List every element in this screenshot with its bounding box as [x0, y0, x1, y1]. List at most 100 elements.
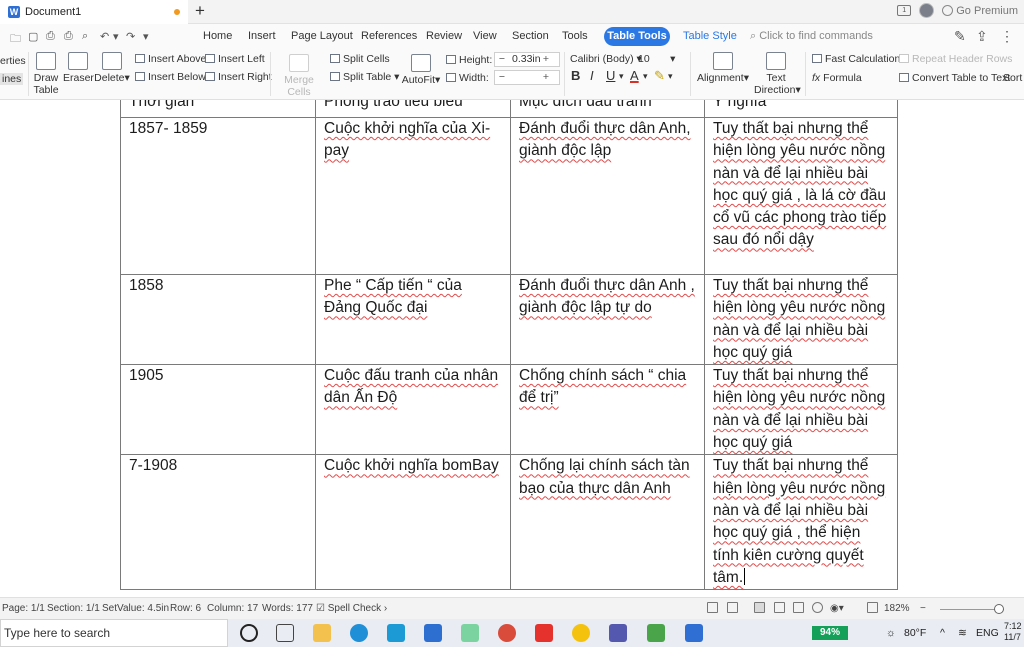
width-spinner[interactable]: − +	[494, 70, 560, 85]
menu-references[interactable]: References	[361, 30, 417, 42]
quick-access-more-icon[interactable]: ▾	[143, 30, 149, 43]
table-header-cell[interactable]: Thời gian	[120, 100, 316, 118]
document-tab[interactable]: W Document1	[0, 0, 188, 24]
temperature[interactable]: 80°F	[904, 627, 926, 639]
table-cell[interactable]: 7-1908	[120, 454, 316, 591]
width-decrease-button[interactable]: −	[495, 71, 509, 84]
zoom-slider-thumb[interactable]	[994, 604, 1004, 614]
lingoes-icon[interactable]	[387, 624, 405, 642]
zoom-level[interactable]: 182%	[884, 603, 910, 614]
height-value[interactable]: 0.33in	[509, 53, 541, 66]
cortana-icon[interactable]	[240, 624, 258, 642]
italic-icon[interactable]: I	[590, 68, 594, 83]
highlight-dropdown-icon[interactable]: ▾	[668, 71, 673, 82]
input-language[interactable]: ENG	[976, 627, 999, 639]
font-color-icon[interactable]: A	[630, 68, 639, 83]
insert-below-button[interactable]: Insert Below	[135, 71, 206, 83]
autofit-button[interactable]: AutoFit▾	[401, 54, 441, 86]
wifi-icon[interactable]: ≋	[958, 627, 967, 639]
table-cell[interactable]: 1857- 1859	[120, 117, 316, 275]
save-icon[interactable]: ▢	[28, 30, 38, 43]
sort-button[interactable]: Sort	[1003, 72, 1022, 84]
table-cell[interactable]: Tuy thất bại nhưng thể hiện lòng yêu nướ…	[704, 117, 898, 275]
teams-icon[interactable]	[609, 624, 627, 642]
draw-table-button[interactable]: Draw Table	[31, 52, 61, 96]
table-header-cell[interactable]: Mục đích đấu tranh	[510, 100, 705, 118]
wps-writer-icon[interactable]	[685, 624, 703, 642]
table-cell[interactable]: Đánh đuổi thực dân Anh , giành độc lập t…	[510, 273, 705, 366]
window-layout-icon[interactable]: 1	[897, 5, 912, 16]
table-header-cell[interactable]: Phong trào tiêu biểu	[315, 100, 511, 118]
print-icon[interactable]: ⎙	[64, 30, 73, 43]
battery-indicator[interactable]: 94%	[812, 626, 848, 640]
app-icon[interactable]	[498, 624, 516, 642]
insert-left-button[interactable]: Insert Left	[205, 53, 265, 65]
share-icon[interactable]: ✎	[954, 28, 966, 45]
split-cells-button[interactable]: Split Cells	[330, 53, 390, 65]
spell-check-button[interactable]: ☑ Spell Check ›	[316, 603, 387, 614]
wps-office-icon[interactable]	[535, 624, 553, 642]
document-canvas[interactable]: Thời gian Phong trào tiêu biểu Mục đích …	[0, 100, 1024, 597]
highlight-icon[interactable]: ✎	[654, 68, 665, 84]
menu-home[interactable]: Home	[203, 30, 232, 42]
merge-cells-button[interactable]: Merge Cells	[274, 54, 324, 98]
eraser-button[interactable]: Eraser	[63, 52, 94, 84]
export-icon[interactable]: ⇪	[976, 28, 988, 45]
zoom-out-button[interactable]: −	[920, 603, 926, 614]
print-preview-icon[interactable]: ⌕	[82, 30, 88, 43]
height-decrease-button[interactable]: −	[495, 53, 509, 66]
table-cell[interactable]: Cuộc khởi nghĩa bomBay	[315, 454, 511, 591]
outline-view-icon[interactable]	[774, 602, 785, 613]
text-direction-button[interactable]: Text Direction▾	[754, 52, 801, 96]
insert-above-button[interactable]: Insert Above	[135, 53, 206, 65]
reading-view-icon[interactable]	[793, 602, 804, 613]
alignment-button[interactable]: Alignment▾	[696, 52, 750, 84]
table-cell[interactable]: Cuộc đấu tranh của nhân dân Ấn Độ	[315, 364, 511, 456]
underline-icon[interactable]: U	[606, 68, 615, 83]
go-premium-button[interactable]: Go Premium	[942, 5, 1018, 17]
table-cell[interactable]: Tuy thất bại nhưng thể hiện lòng yêu nướ…	[704, 454, 898, 591]
weather-icon[interactable]: ☼	[886, 627, 896, 639]
bold-icon[interactable]: B	[571, 68, 580, 83]
width-increase-button[interactable]: +	[539, 71, 553, 84]
table-cell[interactable]: Tuy thất bại nhưng thể hiện lòng yêu nướ…	[704, 364, 898, 456]
menu-page-layout[interactable]: Page Layout	[291, 30, 353, 42]
menu-insert[interactable]: Insert	[248, 30, 276, 42]
menu-section[interactable]: Section	[512, 30, 549, 42]
table-cell[interactable]: Phe “ Cấp tiến “ của Đảng Quốc đại	[315, 273, 511, 366]
repeat-header-rows-button[interactable]: Repeat Header Rows	[899, 53, 1012, 65]
table-cell[interactable]: 1905	[120, 364, 316, 456]
document-table[interactable]: Thời gian Phong trào tiêu biểu Mục đích …	[120, 100, 898, 591]
table-cell[interactable]: 1858	[120, 273, 316, 366]
open-folder-icon[interactable]: 🗀	[10, 30, 21, 49]
find-commands-search[interactable]: ⌕ Click to find commands	[750, 30, 873, 43]
menu-tools[interactable]: Tools	[562, 30, 588, 42]
status-column[interactable]: Column: 17	[207, 603, 258, 614]
avatar[interactable]	[919, 3, 935, 18]
tab-table-tools[interactable]: Table Tools	[604, 27, 670, 46]
web-layout-icon[interactable]	[812, 602, 823, 613]
delete-button[interactable]: Delete▾	[94, 52, 130, 84]
font-name-select[interactable]: Calibri (Body) ▾	[570, 52, 642, 67]
task-view-icon[interactable]	[276, 624, 294, 642]
height-spinner[interactable]: −0.33in +	[494, 52, 560, 67]
page-icon[interactable]	[727, 602, 738, 613]
formula-button[interactable]: fx Formula	[812, 72, 862, 84]
export-pdf-icon[interactable]: ⎙	[46, 30, 55, 43]
chrome-icon[interactable]	[572, 624, 590, 642]
insert-right-button[interactable]: Insert Right	[205, 71, 272, 83]
edge-icon[interactable]	[350, 624, 368, 642]
redo-icon[interactable]: ↷	[126, 30, 135, 43]
eye-protection-icon[interactable]: ◉▾	[830, 603, 844, 614]
menu-review[interactable]: Review	[426, 30, 462, 42]
status-words[interactable]: Words: 177	[262, 603, 313, 614]
app-green-icon[interactable]	[647, 624, 665, 642]
convert-table-to-text-button[interactable]: Convert Table to Text	[899, 72, 1010, 84]
show-hidden-icons-icon[interactable]: ^	[940, 627, 945, 639]
undo-icon[interactable]: ↶	[100, 30, 109, 43]
fast-calculation-button[interactable]: Fast Calculation ▾	[812, 53, 909, 65]
taskbar-search-input[interactable]: Type here to search	[0, 619, 228, 647]
system-clock[interactable]: 7:12 11/7	[1004, 621, 1022, 643]
new-tab-button[interactable]: +	[195, 2, 205, 20]
table-header-cell[interactable]: Ý nghĩa	[704, 100, 898, 118]
